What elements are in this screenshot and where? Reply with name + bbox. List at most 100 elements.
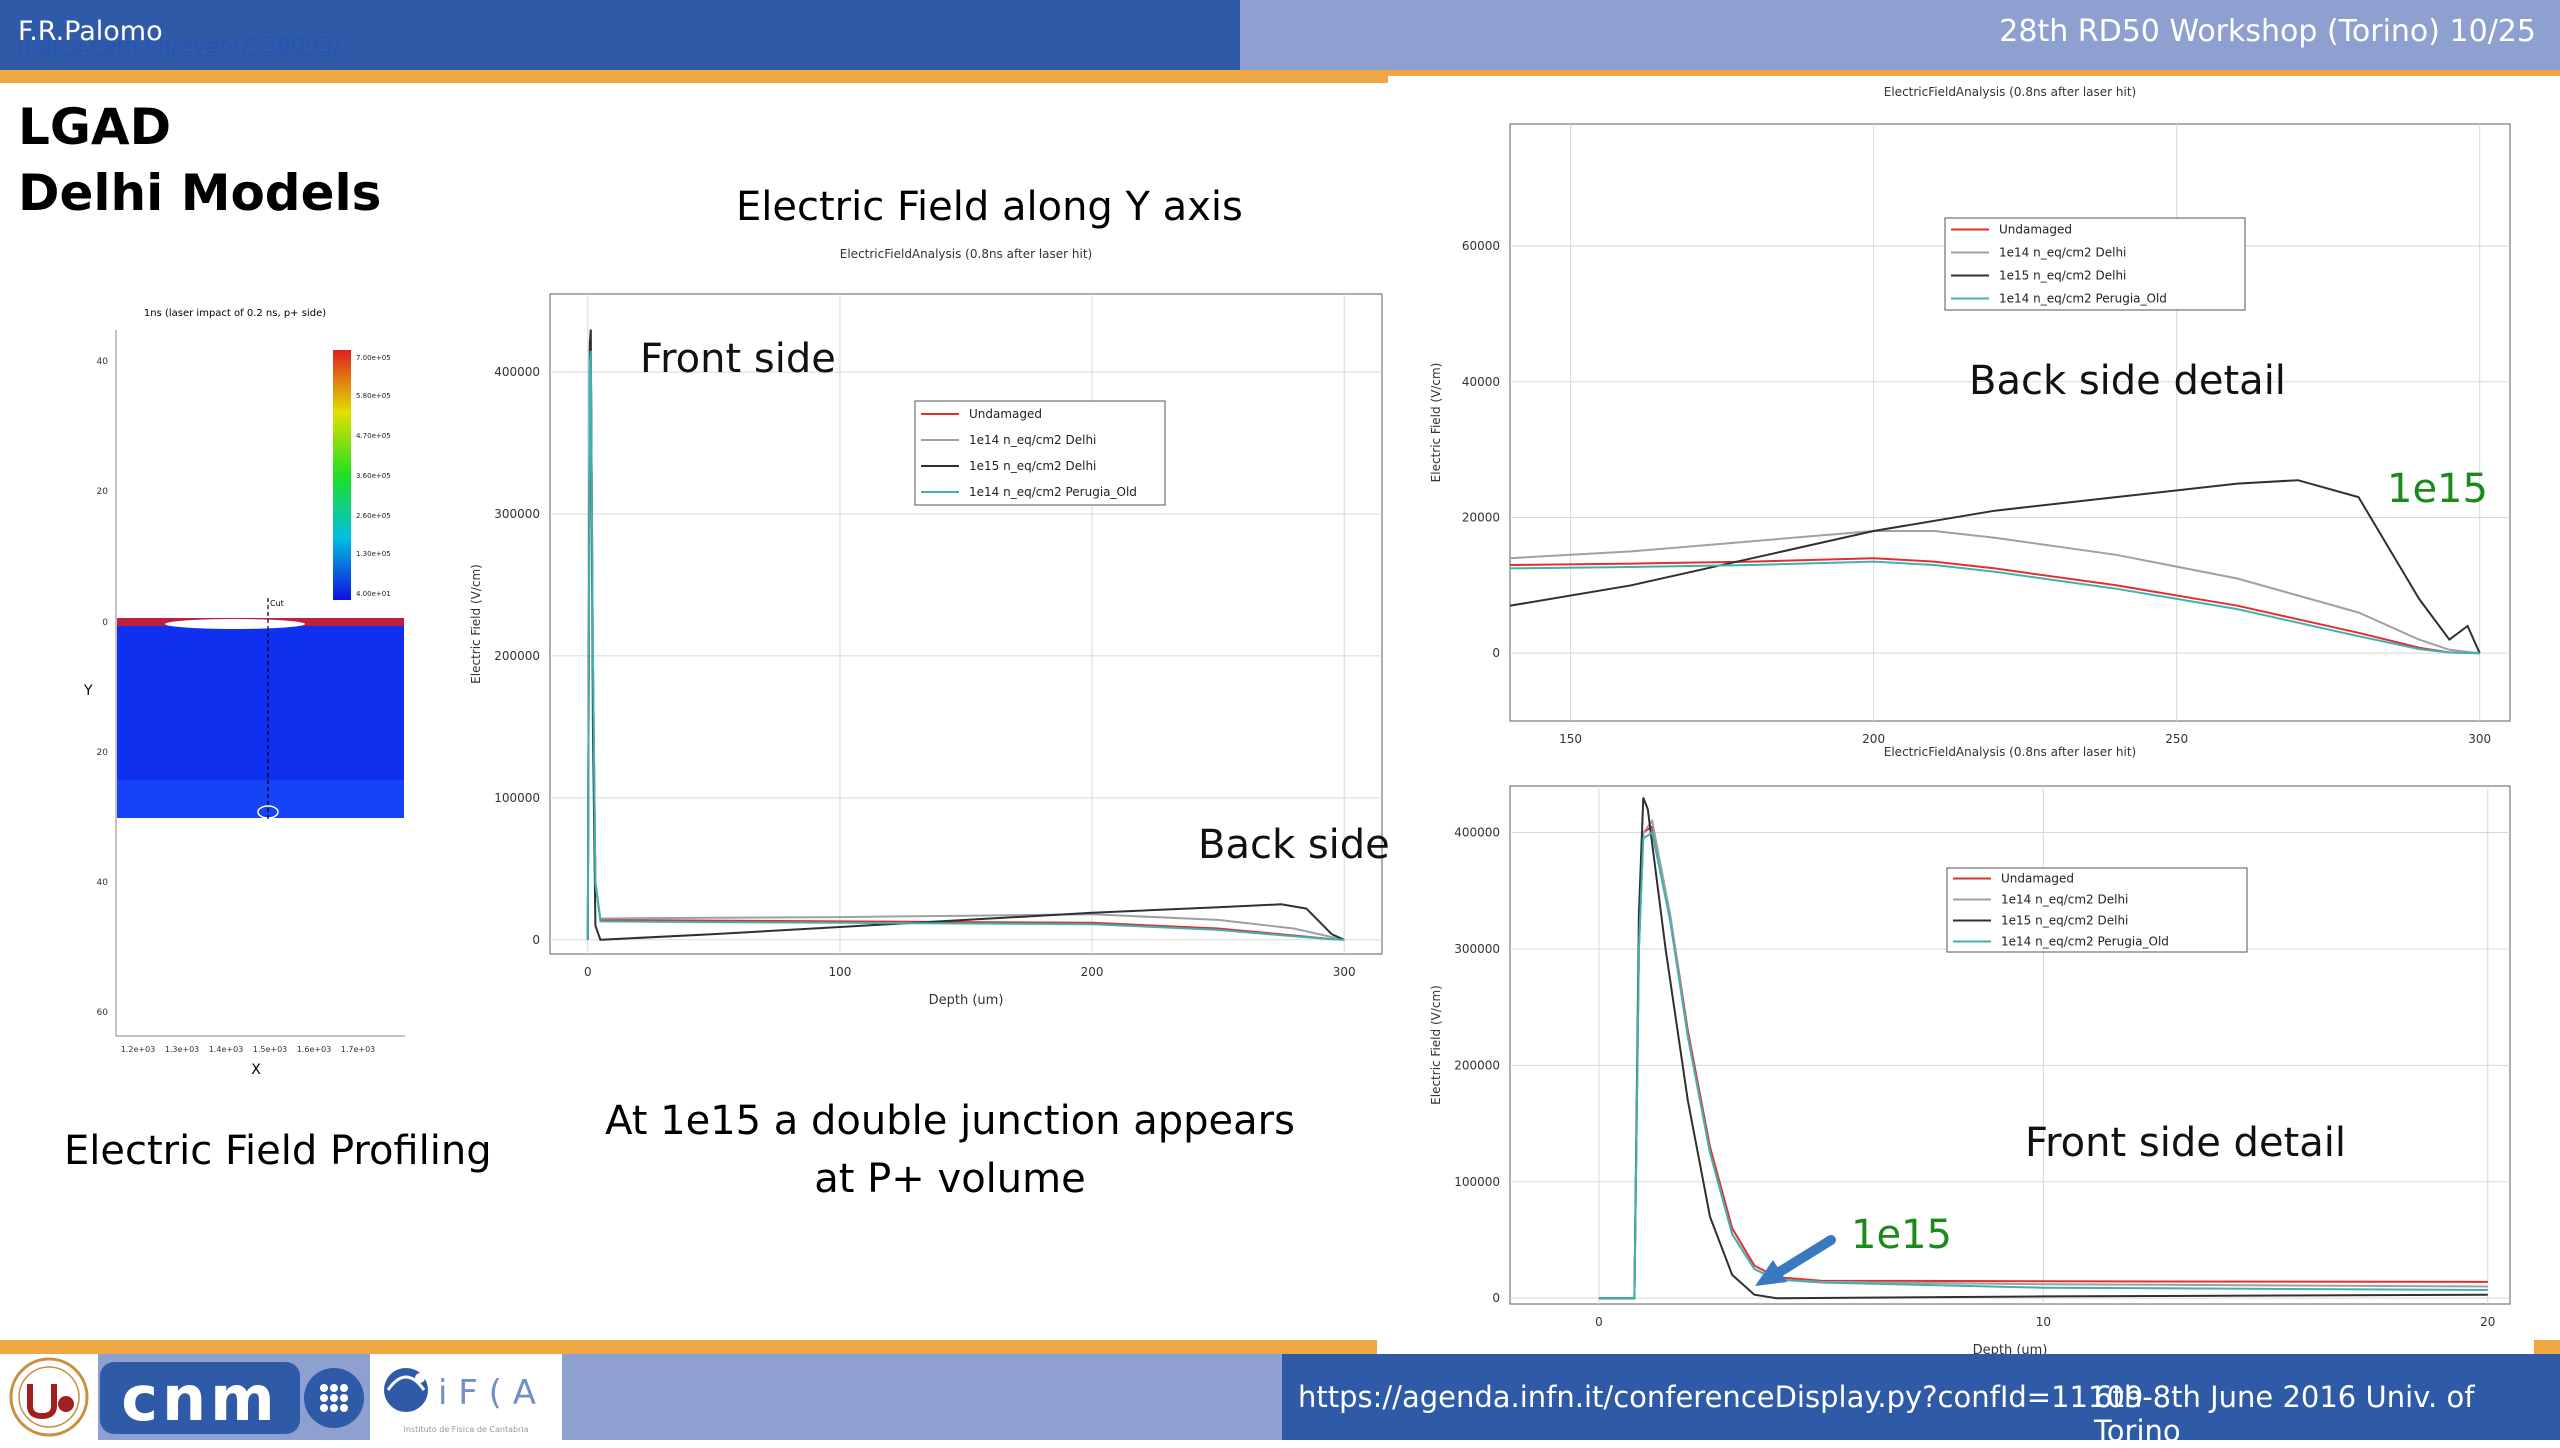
x-tick-label: 0 [1595, 1315, 1603, 1329]
chart-annotation: Back side [1198, 822, 1390, 868]
y-axis-label: Electric Field (V/cm) [1429, 363, 1443, 483]
caption-profiling: Electric Field Profiling [64, 1128, 492, 1174]
caption-junction: At 1e15 a double junction appears at P+ … [500, 1092, 1400, 1208]
simulation-map: 1ns (laser impact of 0.2 ns, p+ side) 40… [60, 300, 415, 1080]
x-tick-label: 200 [1081, 965, 1104, 979]
legend-entry: 1e14 n_eq/cm2 Delhi [1999, 246, 2126, 260]
plot-area [1509, 123, 2511, 722]
ifca-logo-subtitle: Instituto de Física de Cantabria [404, 1425, 529, 1434]
chart-title: ElectricFieldAnalysis (0.8ns after laser… [1884, 85, 2136, 99]
cnm-logo: cnm [100, 1358, 368, 1438]
y-tick-label: 100000 [494, 791, 540, 805]
y-tick-label: 400000 [494, 365, 540, 379]
legend-entry: 1e14 n_eq/cm2 Perugia_Old [1999, 292, 2167, 306]
section-title: Electric Field along Y axis [736, 184, 1243, 230]
workshop-label: 28th RD50 Workshop (Torino) 10/25 [1999, 14, 2536, 49]
colorbar-label: 1.30e+05 [356, 550, 391, 558]
chart-electric-field-y: ElectricFieldAnalysis (0.8ns after laser… [450, 244, 1390, 1024]
legend-entry: 1e15 n_eq/cm2 Delhi [969, 459, 1096, 473]
y-tick-label: 200000 [494, 649, 540, 663]
chart-annotation: Front side detail [2025, 1120, 2346, 1166]
y-tick-label: 40000 [1462, 375, 1500, 389]
colorbar-label: 3.60e+05 [356, 472, 391, 480]
y-tick-label: 300000 [1454, 942, 1500, 956]
x-tick-label: 200 [1862, 732, 1885, 746]
simmap-ylabel: Y [83, 683, 93, 699]
legend-entry: Undamaged [1999, 223, 2072, 237]
ifca-logo-text: i F ( A [438, 1373, 536, 1413]
y-tick-label: 0 [532, 933, 540, 947]
chart-front-side-detail: ElectricFieldAnalysis (0.8ns after laser… [1395, 746, 2525, 1356]
simmap-ytick: 20 [97, 487, 109, 497]
simmap-ytick: 40 [97, 357, 109, 367]
simmap-title: 1ns (laser impact of 0.2 ns, p+ side) [144, 308, 326, 319]
colorbar-label: 5.80e+05 [356, 392, 391, 400]
x-tick-label: 100 [828, 965, 851, 979]
simmap-xtick: 1.2e+03 [121, 1045, 156, 1054]
legend-entry: 1e14 n_eq/cm2 Perugia_Old [969, 485, 1137, 499]
x-tick-label: 0 [584, 965, 592, 979]
x-tick-label: 20 [2480, 1315, 2495, 1329]
author-name: F.R.Palomo [18, 16, 163, 47]
event-dates: 6th-8th June 2016 Univ. of Torino [2094, 1380, 2475, 1448]
footer-accent-bar [0, 1340, 1377, 1354]
legend-entry: Undamaged [2001, 872, 2074, 886]
simmap-ytick: 0 [102, 618, 108, 628]
ifca-logo: i F ( A Instituto de Física de Cantabria [370, 1354, 562, 1440]
chart-annotation: 1e15 [2387, 466, 2488, 512]
simmap-marker: Cut [270, 599, 284, 608]
y-axis-label: Electric Field (V/cm) [1429, 985, 1443, 1105]
footer-accent-bar-right [2534, 1340, 2560, 1354]
simmap-xtick: 1.7e+03 [341, 1045, 376, 1054]
y-tick-label: 0 [1492, 1291, 1500, 1305]
legend-entry: 1e15 n_eq/cm2 Delhi [1999, 269, 2126, 283]
simmap-ytick: 40 [97, 878, 109, 888]
chart-annotation: Front side [640, 336, 836, 382]
caption-junction-line1: At 1e15 a double junction appears [605, 1098, 1295, 1144]
simmap-ytick: 20 [97, 748, 109, 758]
legend-entry: 1e14 n_eq/cm2 Perugia_Old [2001, 935, 2169, 949]
simmap-ytick: 60 [97, 1008, 109, 1018]
slide-title-line1: LGAD [18, 98, 172, 156]
caption-junction-line2: at P+ volume [814, 1156, 1086, 1202]
simmap-xtick: 1.6e+03 [297, 1045, 332, 1054]
x-tick-label: 300 [1333, 965, 1356, 979]
chart-back-svg: ElectricFieldAnalysis (0.8ns after laser… [1429, 85, 2511, 746]
y-tick-label: 60000 [1462, 239, 1500, 253]
chart-annotation: 1e15 [1851, 1212, 1952, 1258]
slide-title: LGAD Delhi Models [18, 94, 381, 226]
chart-back-side-detail: ElectricFieldAnalysis (0.8ns after laser… [1395, 76, 2525, 766]
simmap-xtick: 1.4e+03 [209, 1045, 244, 1054]
chart-front-svg: ElectricFieldAnalysis (0.8ns after laser… [1429, 746, 2511, 1356]
colorbar-label: 2.60e+05 [356, 512, 391, 520]
x-tick-label: 250 [2165, 732, 2188, 746]
x-tick-label: 300 [2468, 732, 2491, 746]
chart-annotation: Back side detail [1969, 358, 2286, 404]
chart-title: ElectricFieldAnalysis (0.8ns after laser… [1884, 746, 2136, 759]
colorbar-label: 4.70e+05 [356, 432, 391, 440]
chart-main-svg: ElectricFieldAnalysis (0.8ns after laser… [469, 247, 1390, 1008]
conference-url[interactable]: https://agenda.infn.it/conferenceDisplay… [1298, 1380, 2143, 1414]
legend-entry: 1e15 n_eq/cm2 Delhi [2001, 914, 2128, 928]
simmap-xtick: 1.3e+03 [165, 1045, 200, 1054]
university-seal-logo [0, 1354, 98, 1440]
legend-entry: Undamaged [969, 407, 1042, 421]
slide-title-line2: Delhi Models [18, 164, 382, 222]
cnm-logo-text: cnm [121, 1362, 279, 1435]
simmap-colorbar [333, 350, 351, 600]
x-axis-label: Depth (um) [929, 993, 1004, 1008]
colorbar-label: 7.00e+05 [356, 354, 391, 362]
y-tick-label: 300000 [494, 507, 540, 521]
y-tick-label: 400000 [1454, 826, 1500, 840]
legend-entry: 1e14 n_eq/cm2 Delhi [969, 433, 1096, 447]
chart-title: ElectricFieldAnalysis (0.8ns after laser… [840, 247, 1092, 261]
y-axis-label: Electric Field (V/cm) [469, 564, 483, 684]
header-accent-bar [0, 70, 1388, 83]
simmap-xlabel: X [251, 1062, 261, 1078]
y-tick-label: 20000 [1462, 510, 1500, 524]
simmap-xtick: 1.5e+03 [253, 1045, 288, 1054]
y-tick-label: 200000 [1454, 1058, 1500, 1072]
y-tick-label: 0 [1492, 646, 1500, 660]
y-tick-label: 100000 [1454, 1175, 1500, 1189]
x-tick-label: 150 [1559, 732, 1582, 746]
